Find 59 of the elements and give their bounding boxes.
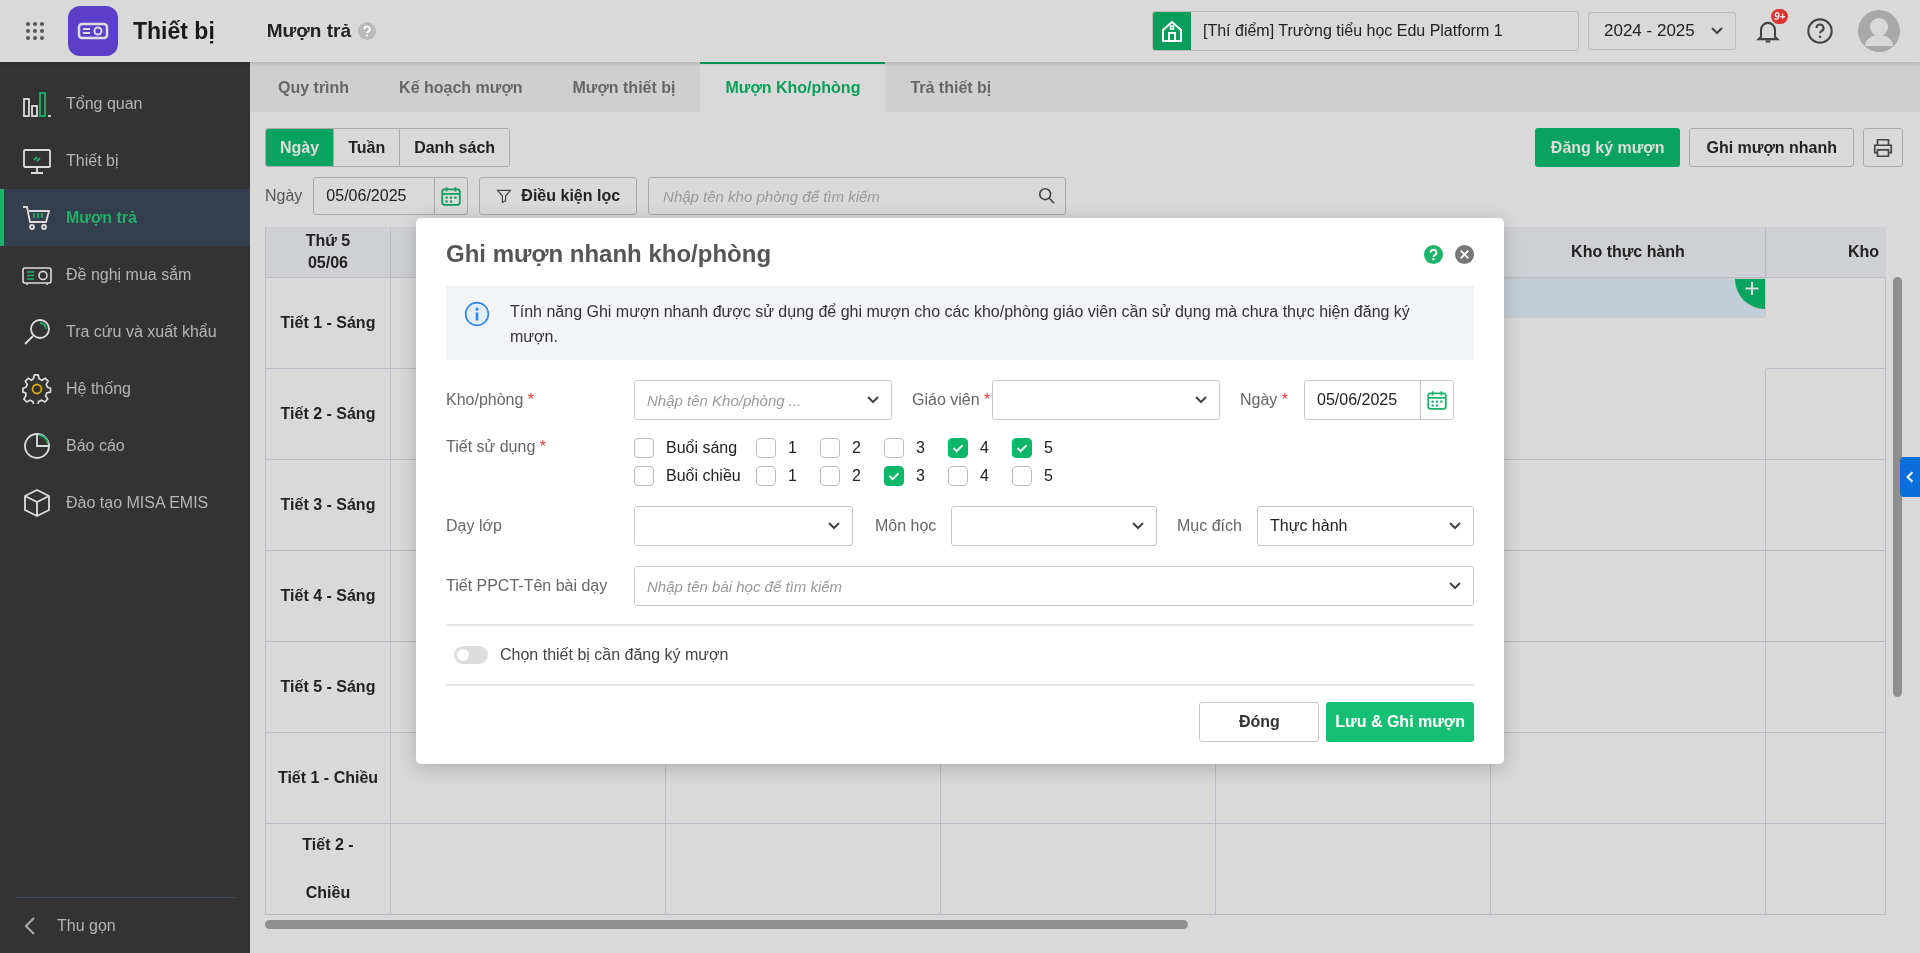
app-title: Thiết bị xyxy=(133,17,215,45)
sidebar-item[interactable]: Tổng quan xyxy=(0,75,250,132)
field-label: Tiết PPCT-Tên bài dạy xyxy=(446,577,609,595)
field-label: Môn học xyxy=(875,517,938,535)
purpose-select[interactable]: Thực hành xyxy=(1257,506,1474,546)
sidebar-item[interactable]: Báo cáo xyxy=(0,417,250,474)
field-label: Giáo viên * xyxy=(912,391,992,409)
checkbox-label: 5 xyxy=(1044,439,1054,457)
row-header: Tiết 3 - Sáng xyxy=(266,460,391,551)
school-selector[interactable]: [Thí điểm] Trường tiểu học Edu Platform 1 xyxy=(1152,11,1579,51)
sidebar-item[interactable]: Hệ thống xyxy=(0,360,250,417)
checkbox-label: 2 xyxy=(852,467,862,485)
field-label: Kho/phòng * xyxy=(446,391,536,409)
info-text: Tính năng Ghi mượn nhanh được sử dụng để ghi mượn cho các kho/phòng giáo viên cần sử dụng mà chưa thực hiện đăng ký mượn. xyxy=(510,302,1411,347)
row-header: Tiết 5 - Sáng xyxy=(266,642,391,733)
checkbox-label: 2 xyxy=(852,439,862,457)
notification-badge: 9+ xyxy=(1771,9,1789,24)
sidebar-item[interactable]: Tra cứu và xuất khẩu xyxy=(0,303,250,360)
row-header: Tiết 4 - Sáng xyxy=(266,551,391,642)
year-select[interactable]: 2024 - 2025 xyxy=(1588,12,1736,50)
row-header: Tiết 2 - Sáng xyxy=(266,369,391,460)
tab[interactable]: Mượn thiết bị xyxy=(547,62,701,112)
tab[interactable]: Quy trình xyxy=(253,62,375,112)
date-field[interactable]: 05/06/2025 xyxy=(1304,380,1454,420)
sidebar-item[interactable]: Đào tạo MISA EMIS xyxy=(0,474,250,531)
search-field[interactable]: Nhập tên kho phòng để tìm kiếm xyxy=(648,177,1067,215)
close-button[interactable]: Đóng xyxy=(1199,702,1320,742)
checkbox-label: Buổi sáng xyxy=(666,439,739,457)
row-header: Tiết 2 - Chiều xyxy=(266,824,391,915)
sidebar-item[interactable]: Thiết bị xyxy=(0,132,250,189)
checkbox-label: 3 xyxy=(916,467,926,485)
date-field[interactable]: 05/06/2025 xyxy=(313,177,469,215)
field-label: Tiết sử dụng * xyxy=(446,438,547,456)
dialog-title: Ghi mượn nhanh kho/phòng xyxy=(446,240,772,268)
field-label: Ngày * xyxy=(1240,391,1290,409)
filter-button[interactable]: Điều kiện lọc xyxy=(479,177,638,215)
table-header: Thứ 5 05/06 xyxy=(266,227,391,278)
sidebar-item[interactable]: Mượn trả xyxy=(0,189,250,246)
quick-borrow-button[interactable]: Ghi mượn nhanh xyxy=(1689,128,1854,167)
checkbox-label: 4 xyxy=(980,439,990,457)
checkbox-label: 4 xyxy=(980,467,990,485)
tab[interactable]: Kế hoạch mượn xyxy=(374,62,548,112)
view-mode-button[interactable]: Danh sách xyxy=(399,129,510,166)
tab[interactable]: Trả thiết bị xyxy=(885,62,1017,112)
date-label: Ngày xyxy=(265,187,303,205)
checkbox-label: 3 xyxy=(916,439,926,457)
checkbox-label: Buổi chiều xyxy=(666,467,742,485)
table-header: Kho xyxy=(1766,227,1886,278)
field-label: Dạy lớp xyxy=(446,517,503,535)
checkbox-label: 1 xyxy=(788,467,798,485)
checkbox-label: 5 xyxy=(1044,467,1054,485)
toggle-label: Chọn thiết bị cần đăng ký mượn xyxy=(500,646,729,664)
field-label: Mục đích xyxy=(1177,517,1243,535)
collapse-button[interactable]: Thu gọn xyxy=(15,897,235,953)
sidebar-item[interactable]: Đề nghị mua sắm xyxy=(0,246,250,303)
page-title: Mượn trả xyxy=(266,20,352,42)
row-header: Tiết 1 - Chiều xyxy=(266,733,391,824)
row-header: Tiết 1 - Sáng xyxy=(266,278,391,369)
checkbox-label: 1 xyxy=(788,439,798,457)
